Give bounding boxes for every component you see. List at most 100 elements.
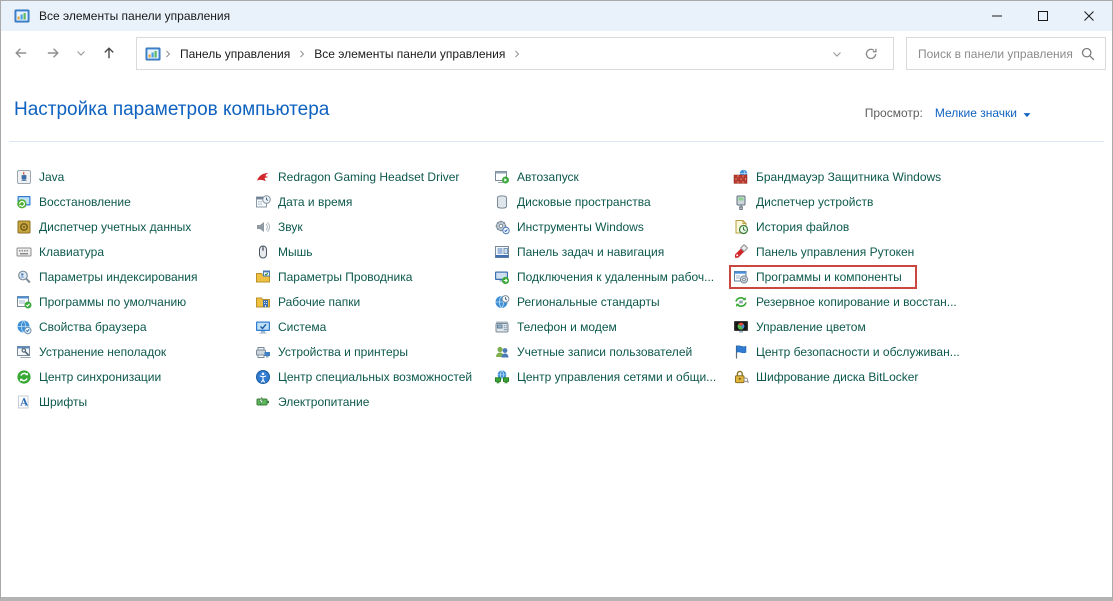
address-location-icon[interactable]: [145, 46, 161, 62]
control-panel-item[interactable]: Шифрование диска BitLocker: [729, 364, 968, 389]
item-label: Инструменты Windows: [517, 220, 644, 234]
item-content: Redragon Gaming Headset Driver: [251, 165, 463, 189]
control-panel-item[interactable]: Java: [12, 164, 251, 189]
item-label: Центр управления сетями и общи...: [517, 370, 716, 384]
breadcrumb-chevron-icon[interactable]: [161, 47, 175, 61]
window-controls: [974, 1, 1112, 31]
maximize-button[interactable]: [1020, 1, 1066, 31]
item-content: Параметры Проводника: [251, 265, 416, 289]
control-panel-item[interactable]: Электропитание: [251, 389, 490, 414]
control-panel-item[interactable]: Центр безопасности и обслуживан...: [729, 339, 968, 364]
item-label: Мышь: [278, 245, 313, 259]
breadcrumb-item[interactable]: Все элементы панели управления: [309, 47, 510, 61]
control-panel-item[interactable]: Инструменты Windows: [490, 214, 729, 239]
up-icon: [101, 45, 117, 61]
item-content: Программы по умолчанию: [12, 290, 190, 314]
control-panel-item[interactable]: AШрифты: [12, 389, 251, 414]
control-panel-item[interactable]: Redragon Gaming Headset Driver: [251, 164, 490, 189]
forward-button[interactable]: [37, 38, 69, 68]
control-panel-item[interactable]: Учетные записи пользователей: [490, 339, 729, 364]
control-panel-item[interactable]: Центр специальных возможностей: [251, 364, 490, 389]
item-label: Redragon Gaming Headset Driver: [278, 170, 459, 184]
up-button[interactable]: [93, 38, 125, 68]
items-column: Автозапуск Дисковые пространства Инструмен…: [490, 164, 729, 414]
control-panel-item[interactable]: Региональные стандарты: [490, 289, 729, 314]
internet-options-icon: [16, 319, 32, 335]
date-time-icon: [255, 194, 271, 210]
address-dropdown-icon[interactable]: [829, 46, 845, 62]
control-panel-item[interactable]: Свойства браузера: [12, 314, 251, 339]
control-panel-item[interactable]: Центр управления сетями и общи...: [490, 364, 729, 389]
control-panel-item[interactable]: Устройства и принтеры: [251, 339, 490, 364]
control-panel-item[interactable]: Восстановление: [12, 189, 251, 214]
device-manager-icon: [733, 194, 749, 210]
control-panel-item[interactable]: Дисковые пространства: [490, 189, 729, 214]
control-panel-item[interactable]: Мышь: [251, 239, 490, 264]
control-panel-item[interactable]: Программы по умолчанию: [12, 289, 251, 314]
recent-locations-button[interactable]: [69, 38, 93, 68]
control-panel-item[interactable]: Управление цветом: [729, 314, 968, 339]
item-content: Звук: [251, 215, 307, 239]
control-panel-item[interactable]: Панель задач и навигация: [490, 239, 729, 264]
breadcrumb-chevron-icon[interactable]: [295, 47, 309, 61]
storage-spaces-icon: [494, 194, 510, 210]
item-label: Параметры индексирования: [39, 270, 197, 284]
item-content: Устранение неполадок: [12, 340, 170, 364]
rutoken-icon: [733, 244, 749, 260]
back-icon: [13, 45, 29, 61]
control-panel-item[interactable]: Телефон и модем: [490, 314, 729, 339]
user-accounts-icon: [494, 344, 510, 360]
item-label: Центр синхронизации: [39, 370, 161, 384]
item-label: Дисковые пространства: [517, 195, 651, 209]
control-panel-item[interactable]: История файлов: [729, 214, 968, 239]
item-content: Восстановление: [12, 190, 135, 214]
item-content: Панель задач и навигация: [490, 240, 668, 264]
close-icon: [1081, 8, 1097, 24]
sync-center-icon: [16, 369, 32, 385]
items-column: Брандмауэр Защитника WindowsДиспетчер ус…: [729, 164, 968, 414]
control-panel-item[interactable]: Устранение неполадок: [12, 339, 251, 364]
control-panel-item[interactable]: Подключения к удаленным рабоч...: [490, 264, 729, 289]
maximize-icon: [1035, 8, 1051, 24]
back-button[interactable]: [5, 38, 37, 68]
control-panel-item[interactable]: Система: [251, 314, 490, 339]
chevron-down-icon: [73, 45, 89, 61]
item-label: Программы и компоненты: [756, 270, 902, 284]
item-content: Рабочие папки: [251, 290, 364, 314]
item-label: Клавиатура: [39, 245, 104, 259]
item-content: Диспетчер устройств: [729, 190, 877, 214]
control-panel-item[interactable]: Резервное копирование и восстан...: [729, 289, 968, 314]
control-panel-item[interactable]: Автозапуск: [490, 164, 729, 189]
control-panel-item[interactable]: Брандмауэр Защитника Windows: [729, 164, 968, 189]
refresh-icon[interactable]: [863, 46, 879, 62]
control-panel-item[interactable]: Клавиатура: [12, 239, 251, 264]
work-folders-icon: [255, 294, 271, 310]
item-content: Дисковые пространства: [490, 190, 655, 214]
network-center-icon: [494, 369, 510, 385]
control-panel-item[interactable]: Панель управления Рутокен: [729, 239, 968, 264]
view-mode-dropdown[interactable]: Мелкие значки: [935, 106, 1033, 120]
control-panel-item[interactable]: Центр синхронизации: [12, 364, 251, 389]
minimize-button[interactable]: [974, 1, 1020, 31]
address-bar-controls: [829, 46, 885, 62]
control-panel-item[interactable]: Звук: [251, 214, 490, 239]
control-panel-item[interactable]: Диспетчер учетных данных: [12, 214, 251, 239]
control-panel-item[interactable]: Диспетчер устройств: [729, 189, 968, 214]
search-input[interactable]: [916, 46, 1080, 62]
control-panel-item[interactable]: Параметры Проводника: [251, 264, 490, 289]
control-panel-item[interactable]: Рабочие папки: [251, 289, 490, 314]
breadcrumb-item[interactable]: Панель управления: [175, 47, 295, 61]
security-maintenance-icon: [733, 344, 749, 360]
backup-restore-icon: [733, 294, 749, 310]
firewall-icon: [733, 169, 749, 185]
close-button[interactable]: [1066, 1, 1112, 31]
control-panel-item[interactable]: Программы и компоненты: [729, 264, 968, 289]
address-bar[interactable]: Панель управления Все элементы панели упр…: [136, 37, 894, 70]
breadcrumb-chevron-icon[interactable]: [510, 47, 524, 61]
item-label: Диспетчер учетных данных: [39, 220, 191, 234]
item-label: Программы по умолчанию: [39, 295, 186, 309]
item-content: AШрифты: [12, 390, 91, 414]
control-panel-item[interactable]: Дата и время: [251, 189, 490, 214]
item-content: Мышь: [251, 240, 317, 264]
control-panel-item[interactable]: Параметры индексирования: [12, 264, 251, 289]
